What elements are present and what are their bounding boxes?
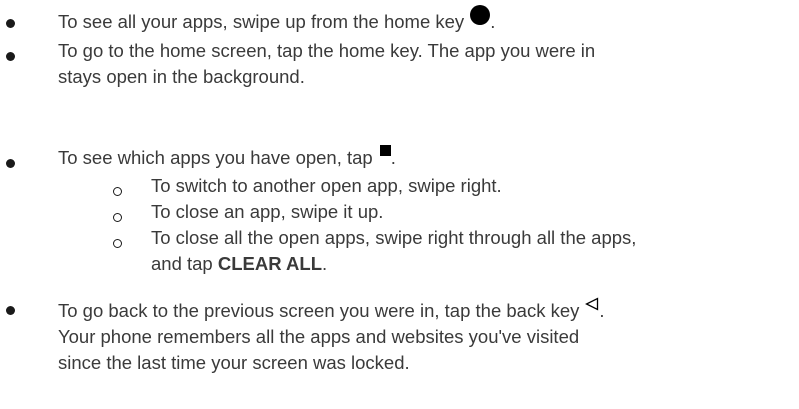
- list-item-text-end: .: [599, 300, 605, 321]
- sub-bullet-marker: [113, 213, 122, 222]
- list-item-see-all-apps: To see all your apps, swipe up from the …: [58, 5, 495, 35]
- list-item-text: To see which apps you have open, tap: [58, 147, 373, 168]
- recent-apps-square-icon: [379, 145, 391, 156]
- list-item-go-back: To go back to the previous screen you we…: [58, 292, 605, 376]
- sub-item-text-line2-end: .: [322, 253, 328, 274]
- list-item-home-screen: To go to the home screen, tap the home k…: [58, 38, 595, 90]
- instructions-document: To see all your apps, swipe up from the …: [0, 0, 799, 409]
- list-item-text: To see all your apps, swipe up from the …: [58, 11, 465, 32]
- list-item-text: To go back to the previous screen you we…: [58, 300, 580, 321]
- bullet-marker: [6, 159, 15, 168]
- list-item-text-line2: stays open in the background.: [58, 66, 305, 87]
- list-item-text-line1: To go back to the previous screen you we…: [58, 292, 605, 324]
- sub-item-close-all: To close all the open apps, swipe right …: [151, 225, 636, 277]
- list-item-open-apps: To see which apps you have open, tap.: [58, 145, 396, 171]
- sub-item-text: To close an app, swipe it up.: [151, 201, 384, 222]
- sub-bullet-marker: [113, 239, 122, 248]
- sub-item-switch-app: To switch to another open app, swipe rig…: [151, 173, 502, 199]
- sub-item-close-app: To close an app, swipe it up.: [151, 199, 383, 225]
- list-item-text-line1: To go to the home screen, tap the home k…: [58, 40, 596, 61]
- back-key-triangle-icon: [585, 292, 599, 318]
- sub-item-text: To switch to another open app, swipe rig…: [151, 175, 502, 196]
- list-item-text-end: .: [490, 11, 496, 32]
- sub-item-text-line1: To close all the open apps, swipe right …: [151, 227, 637, 248]
- sub-bullet-marker: [113, 187, 122, 196]
- sub-item-text-line2-start: and tap: [151, 253, 218, 274]
- bullet-marker: [6, 306, 15, 315]
- clear-all-label: CLEAR ALL: [217, 253, 323, 274]
- list-item-text-end: .: [390, 147, 396, 168]
- sub-item-text-line2: and tap CLEAR ALL.: [151, 251, 636, 277]
- list-item-text-line2: Your phone remembers all the apps and we…: [58, 326, 580, 347]
- list-item-text-line3: since the last time your screen was lock…: [58, 352, 410, 373]
- bullet-marker: [6, 19, 15, 28]
- home-key-circle-icon: [470, 5, 491, 25]
- bullet-marker: [6, 52, 15, 61]
